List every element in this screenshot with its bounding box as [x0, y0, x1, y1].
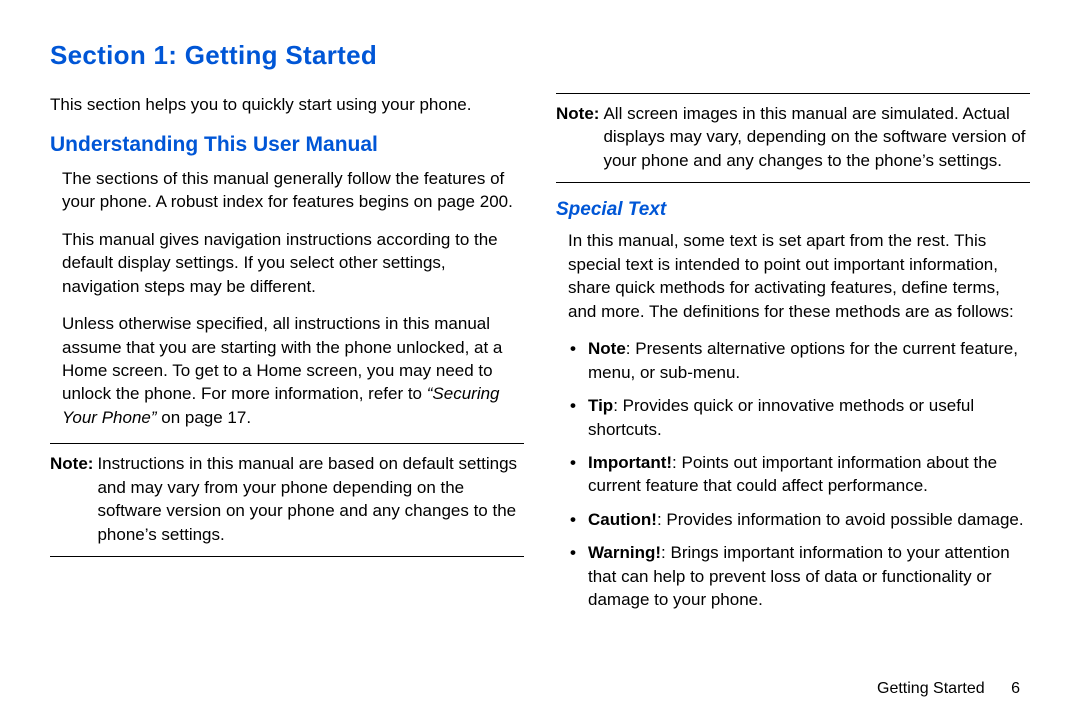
understanding-p2: This manual gives navigation instruction…: [50, 228, 524, 298]
footer-section-label: Getting Started: [877, 680, 985, 697]
bullet-icon: •: [570, 394, 588, 441]
footer-page-number: 6: [1011, 680, 1020, 697]
subsection-understanding-heading: Understanding This User Manual: [50, 133, 524, 157]
section-title: Section 1: Getting Started: [50, 40, 1030, 71]
note-block-2: Note: All screen images in this manual a…: [556, 93, 1030, 183]
bullet-icon: •: [570, 541, 588, 611]
term-important: Important!: [588, 453, 672, 472]
note1-label: Note:: [50, 452, 97, 546]
understanding-p3: Unless otherwise specified, all instruct…: [50, 312, 524, 429]
list-item: • Warning!: Brings important information…: [570, 541, 1030, 611]
bullet-icon: •: [570, 337, 588, 384]
bullet-icon: •: [570, 451, 588, 498]
list-item: • Note: Presents alternative options for…: [570, 337, 1030, 384]
note2-label: Note:: [556, 102, 603, 172]
two-column-layout: This section helps you to quickly start …: [50, 93, 1030, 622]
left-column: This section helps you to quickly start …: [50, 93, 524, 622]
special-text-list: • Note: Presents alternative options for…: [556, 337, 1030, 612]
subsection-special-text-heading: Special Text: [556, 199, 1030, 221]
note-block-1: Note: Instructions in this manual are ba…: [50, 443, 524, 557]
bullet-icon: •: [570, 508, 588, 531]
term-warning: Warning!: [588, 543, 661, 562]
right-column: Note: All screen images in this manual a…: [556, 93, 1030, 622]
term-tip: Tip: [588, 396, 613, 415]
term-caution: Caution!: [588, 510, 657, 529]
understanding-p3b: on page 17.: [157, 408, 252, 427]
list-item: • Caution!: Provides information to avoi…: [570, 508, 1030, 531]
desc-note: : Presents alternative options for the c…: [588, 339, 1018, 381]
note1-body: Instructions in this manual are based on…: [97, 452, 524, 546]
term-note: Note: [588, 339, 626, 358]
note2-body: All screen images in this manual are sim…: [603, 102, 1030, 172]
desc-caution: : Provides information to avoid possible…: [657, 510, 1024, 529]
understanding-p1: The sections of this manual generally fo…: [50, 167, 524, 214]
section-intro: This section helps you to quickly start …: [50, 93, 524, 117]
list-item: • Important!: Points out important infor…: [570, 451, 1030, 498]
list-item: • Tip: Provides quick or innovative meth…: [570, 394, 1030, 441]
page-footer: Getting Started 6: [877, 680, 1020, 698]
special-text-intro: In this manual, some text is set apart f…: [556, 229, 1030, 323]
desc-tip: : Provides quick or innovative methods o…: [588, 396, 974, 438]
